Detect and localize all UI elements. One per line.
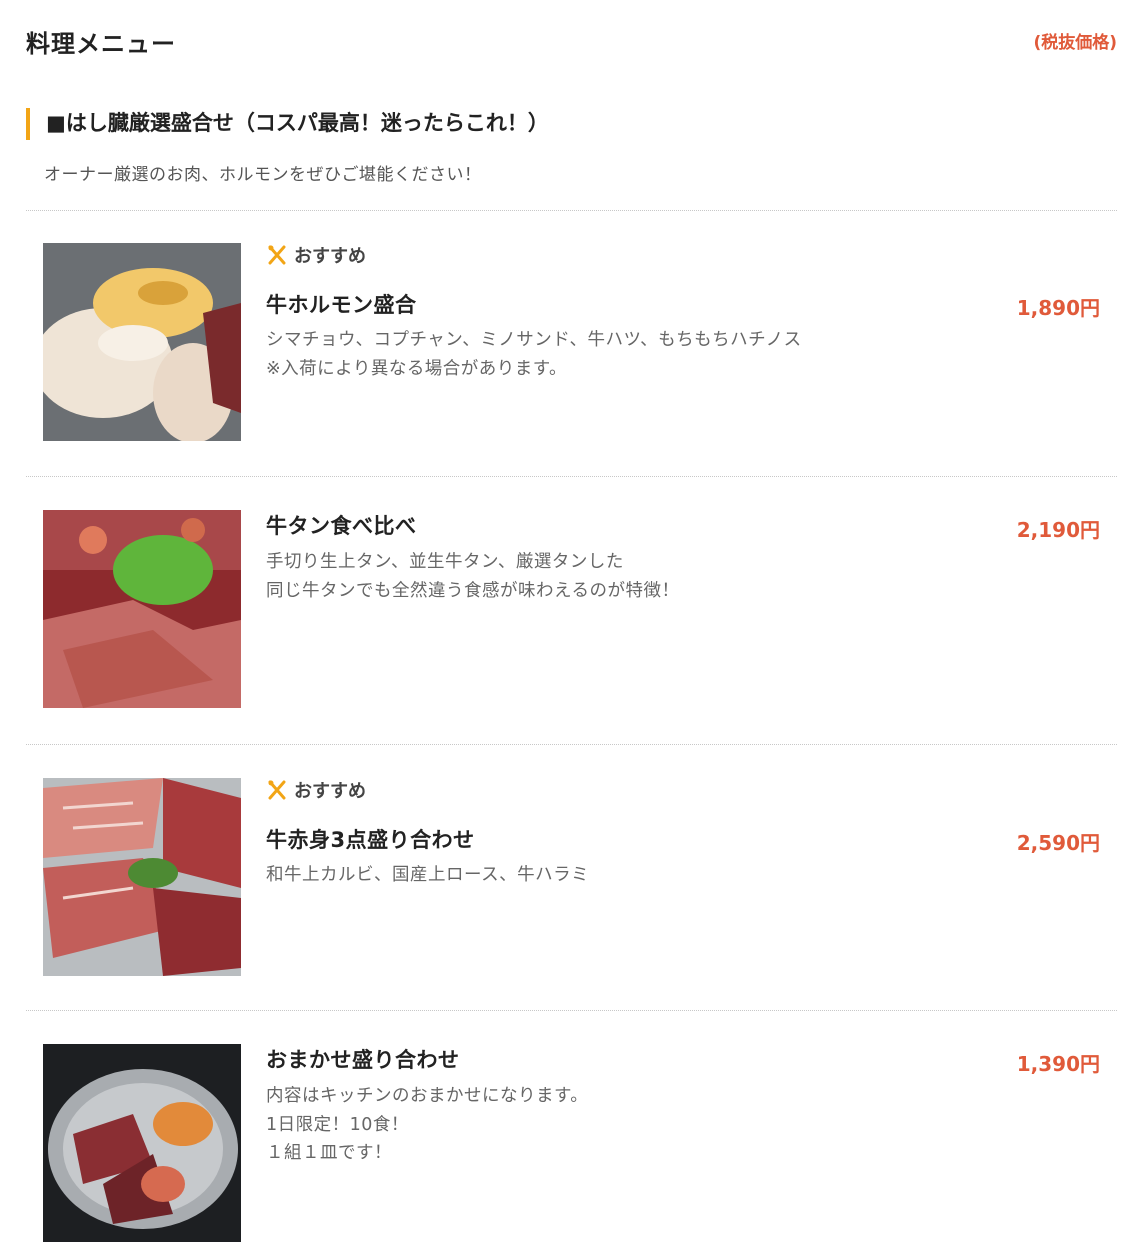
item-description: 手切り生上タン、並生牛タン、厳選タンした 同じ牛タンでも全然違う食感が味わえるの…	[266, 548, 679, 605]
item-desc-line: 手切り生上タン、並生牛タン、厳選タンした	[266, 552, 624, 572]
item-description: 内容はキッチンのおまかせになります。 1日限定！10食！ １組１皿です！	[266, 1082, 588, 1168]
item-name: 牛タン食べ比べ	[266, 514, 417, 538]
item-desc-line: 同じ牛タンでも全然違う食感が味わえるのが特徴！	[266, 580, 680, 601]
recommended-badge: おすすめ	[266, 243, 366, 267]
item-description: 和牛上カルビ、国産上ロース、牛ハラミ	[266, 861, 589, 890]
photo-beef-offal-platter	[43, 243, 241, 441]
divider	[26, 744, 1117, 745]
divider	[26, 210, 1117, 211]
item-name: 牛ホルモン盛合	[266, 293, 417, 317]
item-price: 1,390円	[1016, 1052, 1100, 1076]
fork-knife-icon	[266, 779, 288, 801]
item-name: おまかせ盛り合わせ	[266, 1048, 460, 1072]
item-price: 2,590円	[1016, 831, 1100, 855]
item-desc-line: 1日限定！10食！	[266, 1114, 409, 1135]
item-price: 2,190円	[1016, 518, 1100, 542]
recommended-badge: おすすめ	[266, 778, 366, 802]
item-desc-line: 和牛上カルビ、国産上ロース、牛ハラミ	[266, 865, 590, 885]
photo-red-meat-platter	[43, 778, 241, 976]
menu-item: おすすめ 牛赤身3点盛り合わせ 2,590円 和牛上カルビ、国産上ロース、牛ハラ…	[26, 778, 1117, 978]
recommended-label: おすすめ	[294, 781, 366, 802]
item-price: 1,890円	[1016, 296, 1100, 320]
section-description: オーナー厳選のお肉、ホルモンをぜひご堪能ください！	[44, 165, 482, 185]
item-description: シマチョウ、コプチャン、ミノサンド、牛ハツ、もちもちハチノス ※入荷により異なる…	[266, 326, 802, 383]
item-desc-line: 内容はキッチンのおまかせになります。	[266, 1086, 589, 1106]
photo-beef-tongue-platter	[43, 510, 241, 708]
fork-knife-icon	[266, 244, 288, 266]
item-desc-line: １組１皿です！	[266, 1143, 392, 1163]
divider	[26, 476, 1117, 477]
menu-item: 牛タン食べ比べ 2,190円 手切り生上タン、並生牛タン、厳選タンした 同じ牛タ…	[26, 510, 1117, 710]
photo-chef-choice-platter	[43, 1044, 241, 1242]
menu-item: おまかせ盛り合わせ 1,390円 内容はキッチンのおまかせになります。 1日限定…	[26, 1044, 1117, 1244]
page-title: 料理メニュー	[26, 30, 176, 58]
item-desc-line: ※入荷により異なる場合があります。	[266, 358, 568, 379]
section-heading: ■はし臓厳選盛合せ（コスパ最高！迷ったらこれ！）	[26, 108, 549, 140]
recommended-label: おすすめ	[294, 246, 366, 267]
menu-item: おすすめ 牛ホルモン盛合 1,890円 シマチョウ、コプチャン、ミノサンド、牛ハ…	[26, 243, 1117, 443]
divider	[26, 1010, 1117, 1011]
item-name: 牛赤身3点盛り合わせ	[266, 828, 475, 852]
tax-note: (税抜価格)	[1033, 33, 1117, 53]
item-desc-line: シマチョウ、コプチャン、ミノサンド、牛ハツ、もちもちハチノス	[266, 330, 802, 350]
